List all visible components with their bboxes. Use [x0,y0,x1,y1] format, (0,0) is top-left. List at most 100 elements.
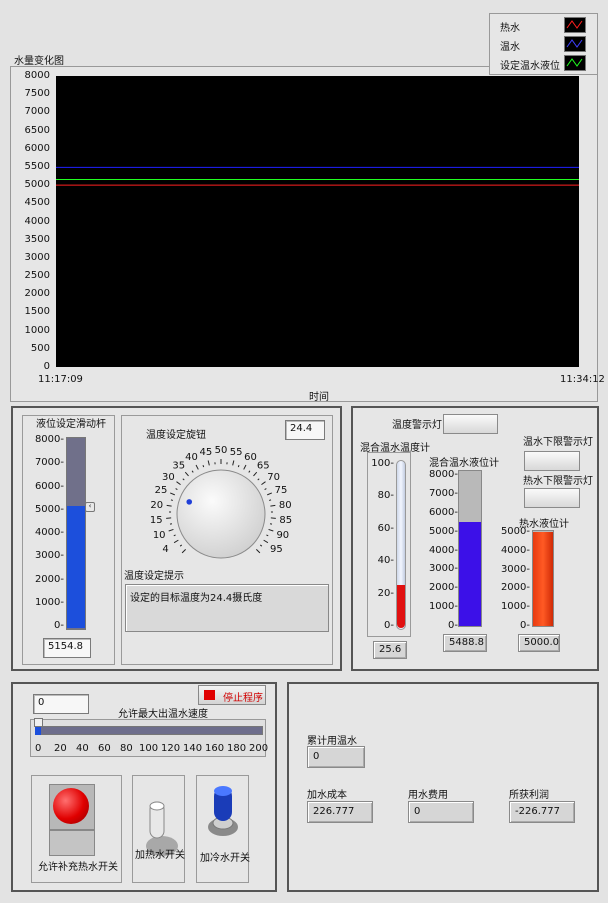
legend-swatch-warm [564,36,586,52]
knob-scale-label: 45 [199,447,212,458]
y-tick-label: 1500 [24,306,50,318]
knob-scale-label: 4 [162,544,168,555]
speed-tick-label: 0 [35,743,42,754]
temp-hint-label: 温度设定提示 [124,571,184,582]
scale-tick-label: 0- [448,620,458,631]
y-tick-label: 4500 [24,197,50,209]
legend-item-set-level[interactable]: 设定温水液位 [490,55,597,73]
speed-tick-label: 160 [205,743,225,754]
speed-tick-label: 40 [76,743,89,754]
knob-scale-label: 75 [275,485,288,496]
knob-scale-label: 10 [153,530,166,541]
knob-dial[interactable] [176,469,266,559]
plot-area[interactable] [56,76,579,367]
legend-item-warm[interactable]: 温水 [490,36,597,54]
hot-refill-light-icon [53,788,89,824]
scale-tick-label: 0- [54,620,64,631]
scale-tick-label: 4000- [34,527,64,538]
temp-alarm-lamp [443,414,498,434]
hot-refill-switch-button[interactable] [49,784,95,830]
y-tick-label: 4000 [24,215,50,227]
level-slider-fill [67,506,85,628]
knob-tick [268,528,274,532]
temp-knob[interactable]: 4 10 15 20 25 303540 45 50 55 606570 75 80 85 90 95 [130,436,320,576]
mix-level-fill [459,522,481,626]
scale-tick-label: 6000- [34,480,64,492]
scale-tick-label: 8000- [34,434,64,445]
water-fee-label: 用水费用 [408,790,448,801]
warm-low-alarm-label: 温水下限警示灯 [523,437,593,448]
knob-tick [176,481,181,486]
knob-scale-label: 55 [230,447,243,458]
x-axis-title: 时间 [309,392,329,403]
knob-pointer [186,499,193,505]
knob-scale-label: 95 [270,544,283,555]
warm-low-alarm-lamp [524,451,580,471]
knob-tick [253,471,258,477]
hot-low-alarm-label: 热水下限警示灯 [523,476,593,487]
scale-tick-label: 3000- [34,550,64,562]
legend-item-hot[interactable]: 热水 [490,17,597,35]
scale-tick-label: 4000- [500,544,530,556]
scale-tick-label: 8000- [428,469,458,480]
knob-scale-label: 60 [244,452,257,463]
knob-tick [195,464,199,470]
total-warm-label: 累计用温水 [307,736,357,747]
scale-tick-label: 80- [377,490,394,502]
y-tick-label: 5500 [24,160,50,172]
knob-tick [202,465,205,468]
scale-tick-label: 40- [377,555,394,567]
knob-tick [263,539,269,544]
knob-scale-label: 15 [150,515,163,526]
knob-tick [268,499,272,501]
y-tick-label: 5000 [24,179,50,191]
level-slider-thumb[interactable]: ‹ [85,502,95,513]
speed-slider-track[interactable] [35,726,263,735]
scale-tick-label: 0- [384,620,394,631]
y-tick-label: 6500 [24,124,50,136]
total-warm-value: 0 [307,746,365,768]
hot-level-value: 5000.0 [518,634,560,652]
legend-swatch-hot [564,17,586,33]
stop-button[interactable]: 停止程序 [198,685,266,705]
speed-tick-label: 20 [54,743,67,754]
knob-scale-label: 30 [162,472,175,483]
knob-tick [168,528,174,532]
knob-scale-label: 85 [279,515,292,526]
profit-value: -226.777 [509,801,575,823]
scale-tick-label: 100- [371,458,394,469]
y-tick-label: 3500 [24,233,50,245]
y-tick-label: 1000 [24,324,50,336]
add-cost-value: 226.777 [307,801,373,823]
legend-swatch-set-level [564,55,586,71]
water-fee-value: 0 [408,801,474,823]
knob-tick [182,478,185,481]
knob-scale-label: 40 [185,452,198,463]
speed-tick-label: 120 [161,743,181,754]
stop-icon [204,690,215,700]
scale-tick-label: 5000- [428,525,458,537]
knob-tick [266,534,269,537]
heat-switch-label: 加热水开关 [135,850,185,861]
knob-tick [248,470,251,473]
temp-alarm-label: 温度警示灯 [392,420,442,431]
knob-tick [191,470,194,473]
speed-tick-label: 80 [120,743,133,754]
scale-tick-label: 6000- [428,506,458,518]
stop-button-label: 停止程序 [223,693,263,704]
knob-tick [261,481,266,486]
scale-tick-label: 7000- [428,487,458,499]
scale-tick-label: 7000- [34,457,64,469]
speed-input[interactable]: 0 [33,694,89,714]
scale-tick-label: 2000- [34,573,64,585]
speed-slider-thumb[interactable] [34,718,43,727]
x-axis-start-label: 11:17:09 [38,374,83,385]
x-axis-end-label: 11:34:12 [560,374,605,385]
knob-tick [181,549,186,554]
knob-tick [270,504,276,507]
level-slider-value[interactable]: 5154.8 [43,638,91,658]
cold-toggle-switch[interactable] [203,781,243,841]
y-tick-label: 500 [30,342,50,354]
knob-tick [173,534,176,537]
y-tick-label: 7000 [24,106,50,118]
